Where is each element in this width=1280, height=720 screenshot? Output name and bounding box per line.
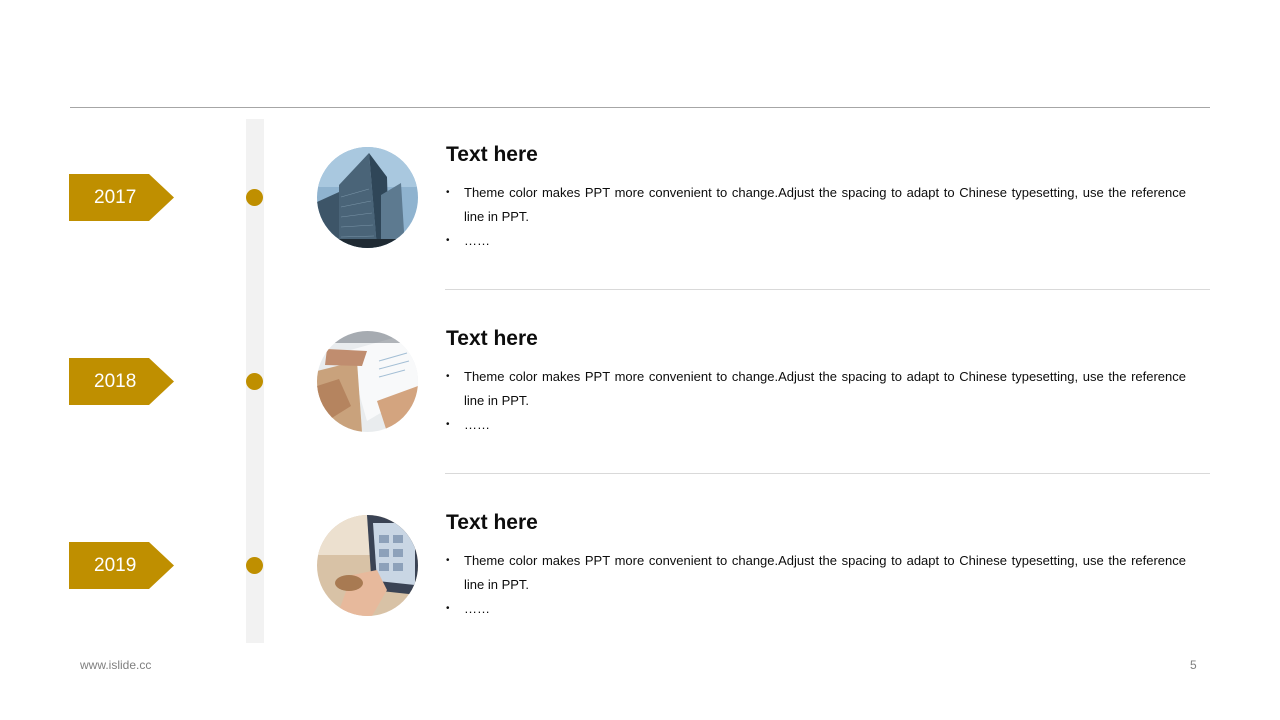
bullet-list: • Theme color makes PPT more convenient t… (446, 549, 1186, 621)
entry-title: Text here (446, 327, 538, 350)
timeline-entry-2017: 2017 Text here • Theme color makes PPT m… (0, 0, 1280, 248)
page-number: 5 (1190, 658, 1197, 672)
bullet-item: • Theme color makes PPT more convenient t… (446, 549, 1186, 597)
timeline-entry-2019: 2019 Text here • Theme color makes PPT m… (0, 368, 1280, 616)
bullet-icon: • (446, 555, 450, 566)
timeline-dot (246, 557, 263, 574)
tablet-hands-photo (317, 515, 418, 616)
entry-title: Text here (446, 143, 538, 166)
year-tag: 2019 (69, 542, 174, 589)
entry-title: Text here (446, 511, 538, 534)
timeline-entry-2018: 2018 Text here • Theme color makes PPT mo… (0, 184, 1280, 432)
slide: 2017 Text here • Theme color makes PPT m… (0, 0, 1280, 720)
bullet-item: •…… (446, 597, 1186, 621)
bullet-icon: • (446, 603, 450, 614)
footer-url: www.islide.cc (80, 658, 152, 672)
